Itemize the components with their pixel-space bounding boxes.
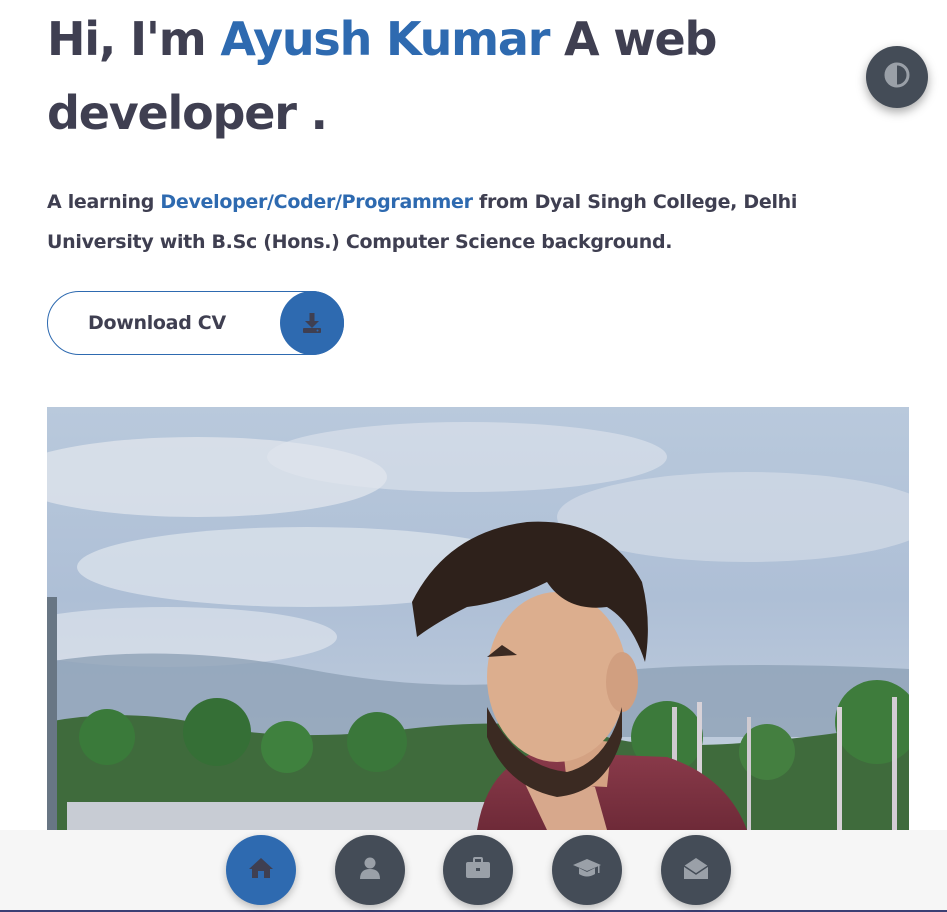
contrast-icon	[883, 61, 911, 93]
envelope-open-icon	[683, 856, 709, 884]
name-highlight: Ayush Kumar	[220, 12, 550, 66]
hero-description: A learning Developer/Coder/Programmer fr…	[47, 182, 897, 262]
description-highlight: Developer/Coder/Programmer	[160, 191, 473, 213]
profile-photo	[47, 407, 909, 830]
role-text-line2: developer .	[47, 86, 328, 140]
download-cv-button[interactable]: Download CV	[47, 291, 344, 355]
theme-toggle-button[interactable]	[866, 46, 928, 108]
hero-title: Hi, I'm Ayush Kumar A web developer .	[47, 2, 807, 150]
briefcase-icon	[465, 857, 491, 883]
role-text-line1: A web	[549, 12, 717, 66]
bottom-navigation	[0, 830, 947, 912]
nav-home-button[interactable]	[226, 835, 296, 905]
user-icon	[359, 856, 381, 884]
nav-contact-button[interactable]	[661, 835, 731, 905]
nav-education-button[interactable]	[552, 835, 622, 905]
greeting-text: Hi, I'm	[47, 12, 221, 66]
nav-work-button[interactable]	[443, 835, 513, 905]
graduation-cap-icon	[572, 857, 602, 883]
download-cv-label: Download CV	[88, 312, 226, 334]
description-prefix: A learning	[47, 191, 161, 213]
home-icon	[248, 856, 274, 884]
download-icon	[280, 291, 344, 355]
nav-about-button[interactable]	[335, 835, 405, 905]
